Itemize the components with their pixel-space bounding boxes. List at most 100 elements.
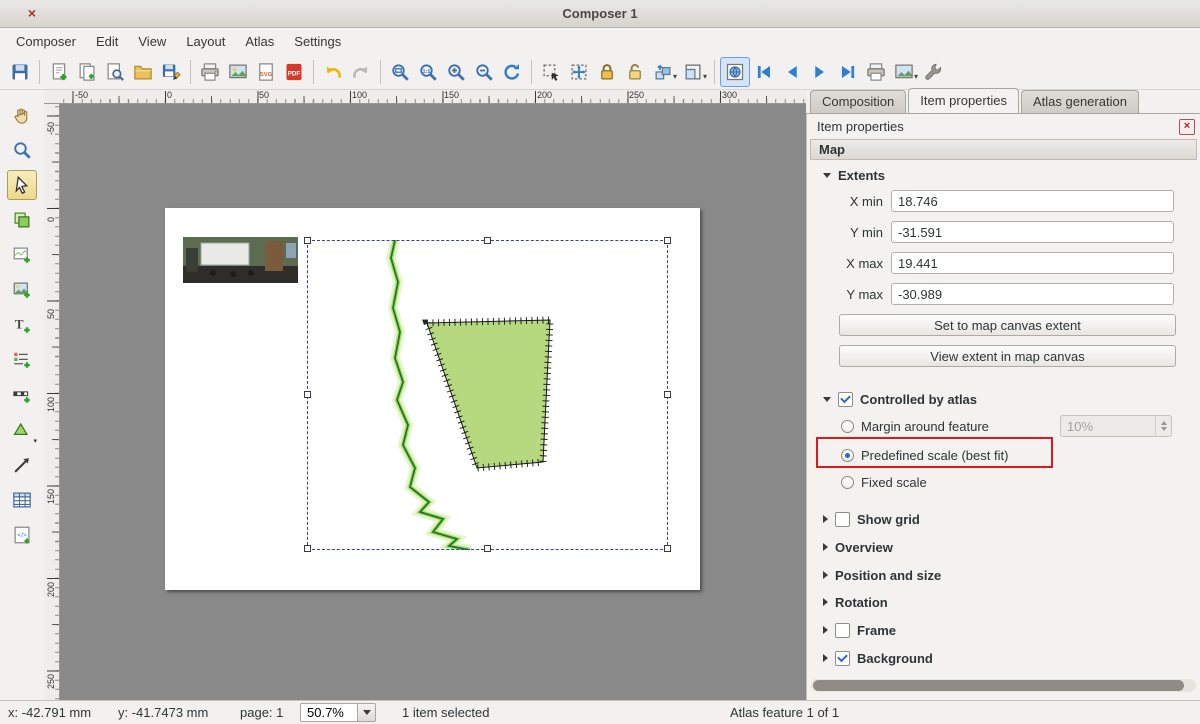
spin-down-icon[interactable] bbox=[1161, 427, 1167, 431]
zoom-out-button[interactable] bbox=[470, 58, 498, 86]
atlas-first-feature-button[interactable] bbox=[750, 58, 778, 86]
add-basic-shape-button[interactable]: ▾ bbox=[7, 415, 37, 445]
lock-selected-items-button[interactable] bbox=[593, 58, 621, 86]
pan-composer-button[interactable] bbox=[7, 100, 37, 130]
zoom-dropdown-button[interactable] bbox=[358, 703, 376, 722]
add-scalebar-button[interactable] bbox=[7, 380, 37, 410]
resize-items-dropdown-icon[interactable]: ▾ bbox=[703, 72, 707, 81]
panel-close-icon[interactable]: × bbox=[1179, 119, 1195, 135]
zoom-full-button[interactable] bbox=[386, 58, 414, 86]
move-item-content-tool[interactable] bbox=[7, 205, 37, 235]
selection-handle[interactable] bbox=[664, 237, 671, 244]
selection-handle[interactable] bbox=[664, 391, 671, 398]
raise-items-dropdown-icon[interactable]: ▾ bbox=[673, 72, 677, 81]
undo-button[interactable] bbox=[319, 58, 347, 86]
spin-up-icon[interactable] bbox=[1161, 421, 1167, 425]
menu-settings[interactable]: Settings bbox=[284, 31, 351, 52]
new-composer-button[interactable] bbox=[45, 58, 73, 86]
set-to-map-canvas-extent-button[interactable]: Set to map canvas extent bbox=[839, 314, 1176, 336]
tab-composition[interactable]: Composition bbox=[810, 90, 906, 113]
select-move-item-button[interactable] bbox=[537, 58, 565, 86]
add-legend-button[interactable] bbox=[7, 345, 37, 375]
load-template-button[interactable] bbox=[129, 58, 157, 86]
margin-around-feature-radio[interactable] bbox=[841, 420, 854, 433]
add-image-button[interactable] bbox=[7, 275, 37, 305]
menu-layout[interactable]: Layout bbox=[176, 31, 235, 52]
zoom-in-button[interactable] bbox=[442, 58, 470, 86]
export-as-pdf-button[interactable]: PDF bbox=[280, 58, 308, 86]
rotation-group-header[interactable]: Rotation bbox=[823, 592, 888, 612]
add-new-map-button[interactable] bbox=[7, 240, 37, 270]
menu-view[interactable]: View bbox=[128, 31, 176, 52]
show-grid-checkbox[interactable] bbox=[835, 512, 850, 527]
atlas-last-feature-button[interactable] bbox=[834, 58, 862, 86]
menu-atlas[interactable]: Atlas bbox=[235, 31, 284, 52]
atlas-next-feature-button[interactable] bbox=[806, 58, 834, 86]
frame-group-header[interactable]: Frame bbox=[823, 620, 896, 640]
selection-handle[interactable] bbox=[484, 237, 491, 244]
print-atlas-button[interactable] bbox=[862, 58, 890, 86]
print-button[interactable] bbox=[196, 58, 224, 86]
xmin-input[interactable] bbox=[891, 190, 1174, 212]
menu-composer[interactable]: Composer bbox=[6, 31, 86, 52]
selection-handle[interactable] bbox=[304, 237, 311, 244]
add-attribute-table-button[interactable] bbox=[7, 485, 37, 515]
spinner-arrows[interactable] bbox=[1155, 416, 1171, 436]
zoom-composer-button[interactable] bbox=[7, 135, 37, 165]
zoom-actual-size-button[interactable]: 1:1 bbox=[414, 58, 442, 86]
selection-handle[interactable] bbox=[304, 545, 311, 552]
menu-edit[interactable]: Edit bbox=[86, 31, 128, 52]
ymin-input[interactable] bbox=[891, 221, 1174, 243]
selection-handle[interactable] bbox=[664, 545, 671, 552]
svg-text:SVG: SVG bbox=[260, 71, 273, 77]
export-as-svg-button[interactable]: SVG bbox=[252, 58, 280, 86]
tab-atlas-generation[interactable]: Atlas generation bbox=[1021, 90, 1139, 113]
duplicate-composer-button[interactable] bbox=[73, 58, 101, 86]
composer-manager-button[interactable] bbox=[101, 58, 129, 86]
export-atlas-dropdown-icon[interactable]: ▾ bbox=[914, 72, 918, 81]
controlled-by-atlas-header[interactable]: Controlled by atlas bbox=[823, 389, 977, 409]
ymax-input[interactable] bbox=[891, 283, 1174, 305]
redo-button[interactable] bbox=[347, 58, 375, 86]
select-move-item-tool[interactable] bbox=[7, 170, 37, 200]
zoom-level-input[interactable] bbox=[300, 703, 358, 722]
tab-item-properties[interactable]: Item properties bbox=[908, 88, 1019, 113]
fixed-scale-radio[interactable] bbox=[841, 476, 854, 489]
composition-page[interactable] bbox=[165, 208, 700, 590]
scrollbar-thumb[interactable] bbox=[813, 680, 1184, 691]
extents-group-header[interactable]: Extents bbox=[823, 165, 885, 185]
background-group-header[interactable]: Background bbox=[823, 648, 933, 668]
add-label-icon: T bbox=[12, 315, 32, 335]
composition-canvas[interactable] bbox=[60, 104, 806, 700]
map-item[interactable] bbox=[307, 240, 668, 550]
background-checkbox[interactable] bbox=[835, 651, 850, 666]
atlas-settings-button[interactable] bbox=[920, 58, 948, 86]
selection-handle[interactable] bbox=[484, 545, 491, 552]
add-arrow-button[interactable] bbox=[7, 450, 37, 480]
add-label-button[interactable]: T bbox=[7, 310, 37, 340]
margin-value-input[interactable] bbox=[1061, 416, 1155, 436]
move-item-content-button[interactable] bbox=[565, 58, 593, 86]
predefined-scale-radio[interactable] bbox=[841, 449, 854, 462]
save-template-button[interactable] bbox=[157, 58, 185, 86]
selection-handle[interactable] bbox=[304, 391, 311, 398]
view-extent-in-map-canvas-button[interactable]: View extent in map canvas bbox=[839, 345, 1176, 367]
panel-horizontal-scrollbar[interactable] bbox=[811, 679, 1196, 692]
atlas-preview-button[interactable] bbox=[720, 57, 750, 87]
frame-checkbox[interactable] bbox=[835, 623, 850, 638]
refresh-view-button[interactable] bbox=[498, 58, 526, 86]
picture-item[interactable] bbox=[183, 237, 298, 283]
shape-dropdown-icon[interactable]: ▾ bbox=[33, 437, 37, 445]
save-composer-button[interactable] bbox=[6, 58, 34, 86]
show-grid-group-header[interactable]: Show grid bbox=[823, 509, 920, 529]
atlas-previous-feature-button[interactable] bbox=[778, 58, 806, 86]
position-and-size-group-header[interactable]: Position and size bbox=[823, 565, 941, 585]
add-html-frame-button[interactable]: </> bbox=[7, 520, 37, 550]
export-as-image-button[interactable] bbox=[224, 58, 252, 86]
expand-arrow-icon bbox=[823, 626, 828, 634]
overview-group-header[interactable]: Overview bbox=[823, 537, 893, 557]
controlled-by-atlas-checkbox[interactable] bbox=[838, 392, 853, 407]
xmax-input[interactable] bbox=[891, 252, 1174, 274]
window-close-icon[interactable]: × bbox=[24, 5, 40, 21]
unlock-all-items-button[interactable] bbox=[621, 58, 649, 86]
